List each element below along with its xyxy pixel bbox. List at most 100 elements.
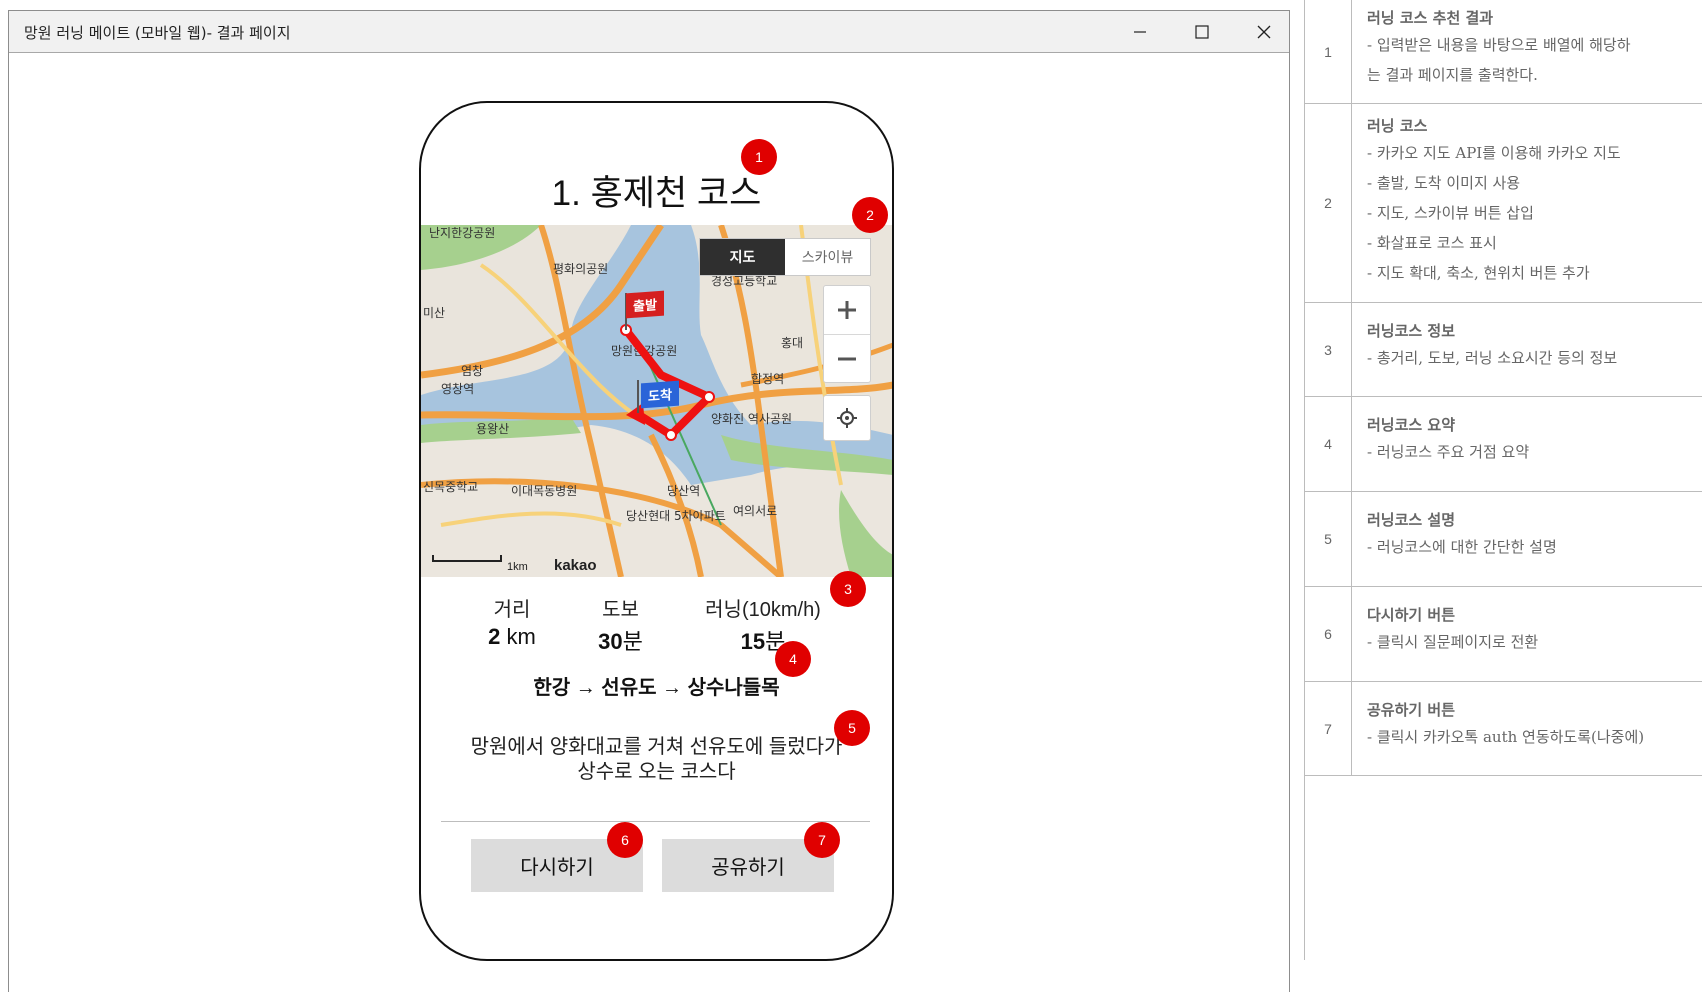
stat-value: 30분 xyxy=(598,624,643,656)
annotation-badge: 4 xyxy=(775,641,811,677)
note-row: 7 공유하기 버튼 - 클릭시 카카오톡 auth 연동하도록(나중에) xyxy=(1305,682,1702,776)
note-title: 러닝코스 설명 xyxy=(1367,511,1456,529)
close-icon xyxy=(1257,25,1271,39)
note-body: 러닝코스 설명 - 러닝코스에 대한 간단한 설명 xyxy=(1352,492,1702,586)
note-number: 5 xyxy=(1305,492,1352,586)
map-label: 당산현대 5차아파트 xyxy=(626,509,726,523)
map-view-button[interactable]: 지도 xyxy=(700,239,785,275)
note-line: - 클릭시 카카오톡 auth 연동하도록(나중에) xyxy=(1367,728,1645,746)
map-label: 미산 xyxy=(423,306,445,320)
note-line: - 출발, 도착 이미지 사용 xyxy=(1367,174,1521,192)
note-number: 1 xyxy=(1305,0,1352,103)
note-row: 6 다시하기 버튼 - 클릭시 질문페이지로 전환 xyxy=(1305,587,1702,682)
map-label: 염창 xyxy=(461,364,483,378)
close-button[interactable] xyxy=(1233,11,1295,53)
map-label: 이대목동병원 xyxy=(511,484,577,498)
map-type-toggle: 지도 스카이뷰 xyxy=(699,238,871,276)
note-number: 2 xyxy=(1305,104,1352,302)
current-location-icon xyxy=(837,408,857,428)
note-body: 다시하기 버튼 - 클릭시 질문페이지로 전환 xyxy=(1352,587,1702,681)
annotation-table: 1 러닝 코스 추천 결과 - 입력받은 내용을 바탕으로 배열에 해당하 는 … xyxy=(1305,0,1702,776)
stat-label: 러닝(10km/h) xyxy=(705,599,821,621)
note-title: 공유하기 버튼 xyxy=(1367,701,1456,719)
note-body: 공유하기 버튼 - 클릭시 카카오톡 auth 연동하도록(나중에) xyxy=(1352,682,1702,775)
window-title: 망원 러닝 메이트 (모바일 웹)- 결과 페이지 xyxy=(24,24,291,42)
note-line: - 클릭시 질문페이지로 전환 xyxy=(1367,633,1539,651)
maximize-button[interactable] xyxy=(1171,11,1233,53)
note-row: 2 러닝 코스 - 카카오 지도 API를 이용해 카카오 지도 - 출발, 도… xyxy=(1305,104,1702,303)
map-label: 평화의공원 xyxy=(553,262,608,276)
map-label: 합정역 xyxy=(751,372,784,386)
map-label: 경성고등학교 xyxy=(711,274,777,288)
map-label: 당산역 xyxy=(667,484,700,498)
course-title: 1. 홍제천 코스 xyxy=(551,174,762,213)
zoom-in-button[interactable] xyxy=(824,286,870,334)
annotation-badge: 7 xyxy=(804,822,840,858)
annotation-badge: 1 xyxy=(741,139,777,175)
note-number: 3 xyxy=(1305,303,1352,396)
note-row: 3 러닝코스 정보 - 총거리, 도보, 러닝 소요시간 등의 정보 xyxy=(1305,303,1702,397)
note-line: - 화살표로 코스 표시 xyxy=(1367,234,1497,252)
skyview-button[interactable]: 스카이뷰 xyxy=(785,239,870,275)
note-title: 러닝코스 정보 xyxy=(1367,322,1456,340)
note-title: 다시하기 버튼 xyxy=(1367,606,1456,624)
map-scale-label: 1km xyxy=(507,561,528,573)
stat-number: 2 xyxy=(488,624,501,649)
current-location-button[interactable] xyxy=(823,395,871,441)
stat-number: 30 xyxy=(598,629,623,654)
annotation-badge: 2 xyxy=(852,197,888,233)
minimize-button[interactable] xyxy=(1109,11,1171,53)
title-bar: 망원 러닝 메이트 (모바일 웹)- 결과 페이지 xyxy=(9,11,1289,53)
note-row: 4 러닝코스 요약 - 러닝코스 주요 거점 요약 xyxy=(1305,397,1702,492)
note-line: - 입력받은 내용을 바탕으로 배열에 해당하 xyxy=(1367,36,1631,54)
note-line: - 러닝코스 주요 거점 요약 xyxy=(1367,443,1530,461)
stat-label: 거리 xyxy=(493,599,531,621)
note-line: - 카카오 지도 API를 이용해 카카오 지도 xyxy=(1367,144,1621,162)
map-label: 양화진 역사공원 xyxy=(711,412,792,426)
map-label: 여의서로 xyxy=(733,504,777,518)
minus-icon xyxy=(838,357,856,360)
zoom-control xyxy=(823,285,871,383)
course-stats: 거리 2 km 도보 30분 러닝(10km/h) 15 분 xyxy=(421,593,892,656)
stat-walking: 도보 30분 xyxy=(598,593,643,656)
annotation-badge: 5 xyxy=(834,710,870,746)
note-body: 러닝 코스 추천 결과 - 입력받은 내용을 바탕으로 배열에 해당하 는 결과… xyxy=(1352,0,1702,103)
map-label: 신목중학교 xyxy=(423,480,478,494)
annotation-badge: 3 xyxy=(830,571,866,607)
note-body: 러닝 코스 - 카카오 지도 API를 이용해 카카오 지도 - 출발, 도착 … xyxy=(1352,104,1702,302)
map-label: 난지한강공원 xyxy=(429,226,495,240)
plus-icon xyxy=(838,301,856,319)
maximize-icon xyxy=(1195,25,1209,39)
note-line: 는 결과 페이지를 출력한다. xyxy=(1367,66,1538,84)
description-line: 망원에서 양화대교를 거쳐 선유도에 들렀다가 xyxy=(470,736,843,758)
note-title: 러닝코스 요약 xyxy=(1367,416,1456,434)
note-title: 러닝 코스 xyxy=(1367,117,1428,135)
note-line: - 지도 확대, 축소, 현위치 버튼 추가 xyxy=(1367,264,1590,282)
stat-value: 2 km xyxy=(488,624,536,650)
note-body: 러닝코스 정보 - 총거리, 도보, 러닝 소요시간 등의 정보 xyxy=(1352,303,1702,396)
course-description: 망원에서 양화대교를 거쳐 선유도에 들렀다가 상수로 오는 코스다 xyxy=(441,735,872,785)
divider xyxy=(441,821,870,822)
stat-label: 도보 xyxy=(602,599,639,621)
end-flag: 도착 xyxy=(641,380,679,409)
note-line: - 지도, 스카이뷰 버튼 삽입 xyxy=(1367,204,1534,222)
description-line: 상수로 오는 코스다 xyxy=(577,761,736,783)
course-map[interactable]: 난지한강공원 평화의공원 경성고등학교 망원한강공원 합정역 양화진 역사공원 … xyxy=(421,225,892,577)
kakao-logo: kakao xyxy=(554,557,597,574)
map-label: 용왕산 xyxy=(476,422,509,436)
note-row: 5 러닝코스 설명 - 러닝코스에 대한 간단한 설명 xyxy=(1305,492,1702,587)
stat-distance: 거리 2 km xyxy=(488,593,536,656)
map-label: 홍대 xyxy=(781,336,803,350)
stat-unit: 분 xyxy=(622,629,643,654)
course-summary: 한강 → 선유도 → 상수나들목 xyxy=(533,677,780,699)
stat-number: 15 xyxy=(740,629,766,654)
note-number: 6 xyxy=(1305,587,1352,681)
app-window: 망원 러닝 메이트 (모바일 웹)- 결과 페이지 1. 홍제천 코스 난지한강… xyxy=(8,10,1290,992)
map-label: 영창역 xyxy=(441,382,474,396)
zoom-out-button[interactable] xyxy=(824,334,870,382)
note-number: 7 xyxy=(1305,682,1352,775)
note-body: 러닝코스 요약 - 러닝코스 주요 거점 요약 xyxy=(1352,397,1702,491)
note-number: 4 xyxy=(1305,397,1352,491)
annotation-badge: 6 xyxy=(607,822,643,858)
note-title: 러닝 코스 추천 결과 xyxy=(1367,9,1494,27)
